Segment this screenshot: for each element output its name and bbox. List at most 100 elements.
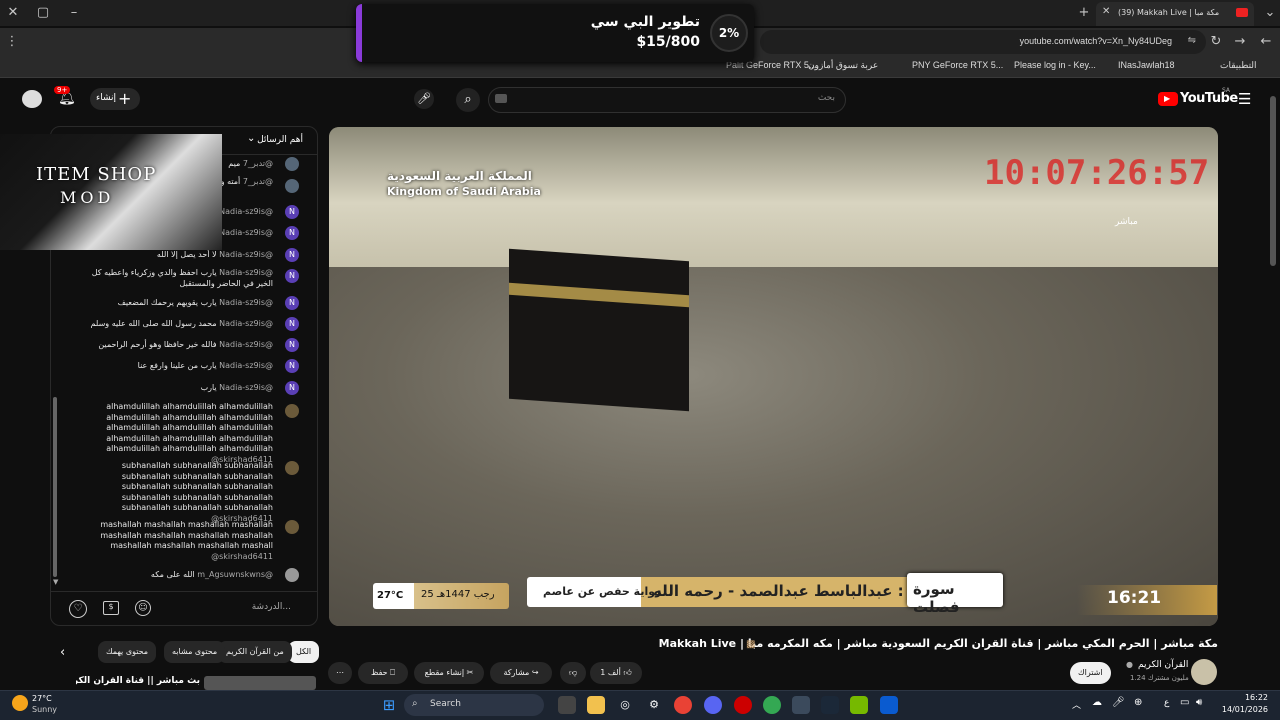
bookmark-item[interactable]: عربة تسوق أمازون — [808, 60, 878, 71]
weather-temp[interactable]: 27°C — [32, 694, 52, 703]
volume-icon[interactable]: 🔊︎ — [1196, 697, 1202, 708]
steam-icon[interactable] — [821, 696, 839, 714]
heart-icon[interactable]: ♡ — [69, 600, 87, 618]
chat-message: @Nadia-sz9is يارب احفظ والدي وزكرياء واع… — [91, 268, 273, 288]
minimize-icon[interactable]: – — [66, 5, 82, 20]
app-icon[interactable] — [880, 696, 898, 714]
chevron-down-icon[interactable]: ⌄ — [247, 133, 255, 144]
url-field[interactable]: youtube.com/watch?v=Xn_Ny84UDeg ⇋ — [760, 30, 1206, 54]
super-chat-icon[interactable]: $ — [103, 601, 119, 615]
sun-icon — [12, 695, 28, 711]
file-explorer-icon[interactable] — [587, 696, 605, 714]
chat-header-title[interactable]: أهم الرسائل — [257, 135, 303, 145]
chat-input[interactable]: الدردشة... — [252, 602, 291, 612]
hijri-date: 25 رجب 1447هـ — [421, 589, 495, 600]
surah-label: سورة فصلت — [913, 580, 960, 616]
chip-similar[interactable]: محتوى مشابه — [164, 641, 226, 663]
channel-name[interactable]: القرآن الكريم — [1138, 660, 1188, 670]
thumbs-up-icon: 👍︎ — [623, 668, 632, 677]
chevron-up-icon[interactable]: ︿ — [1072, 698, 1081, 711]
maximize-icon[interactable]: ▢ — [35, 5, 51, 20]
avatar: N — [285, 226, 299, 240]
bookmark-item[interactable]: INasJawlah18 — [1118, 60, 1175, 70]
reload-icon[interactable]: ↻ — [1208, 34, 1224, 49]
close-window-icon[interactable]: ✕ — [5, 5, 21, 20]
create-button[interactable]: إنشاء + — [90, 88, 140, 110]
chip-for-you[interactable]: محتوى يهمك — [98, 641, 157, 663]
related-video-thumbnail[interactable] — [204, 676, 316, 690]
microphone-icon[interactable]: 🎤︎ — [414, 89, 434, 109]
app-icon[interactable] — [792, 696, 810, 714]
chat-message: mashallah mashallah mashallah mashallah … — [100, 520, 273, 561]
globe-icon[interactable]: ⊕ — [1134, 697, 1142, 708]
clip-label: إنشاء مقطع — [424, 668, 465, 677]
clip-button[interactable]: إنشاء مقطع ✂ — [414, 662, 484, 684]
active-tab[interactable]: ✕ (39) Makkah Live | مكة مبا — [1096, 2, 1254, 26]
verified-icon: ● — [1126, 660, 1133, 669]
discord-icon[interactable] — [704, 696, 722, 714]
app-icon[interactable]: ◎ — [616, 696, 634, 714]
chip-all[interactable]: الكل — [288, 641, 320, 663]
like-button[interactable]: 1 ألف 👍︎ — [590, 662, 642, 684]
scissors-icon: ✂ — [466, 668, 474, 677]
save-button[interactable]: حفظ ⎕ — [358, 662, 408, 684]
avatar — [285, 179, 299, 193]
bookmark-item[interactable]: PNY GeForce RTX 5... — [912, 60, 1003, 70]
chrome-icon[interactable] — [674, 696, 692, 714]
search-input[interactable]: بحث — [488, 87, 846, 113]
keyboard-icon[interactable] — [495, 94, 507, 103]
microphone-icon[interactable]: 🎤︎ — [1112, 697, 1125, 708]
donation-progress-ring: 2% — [710, 14, 748, 52]
temperature-label: 27°C — [377, 590, 404, 601]
related-video-title[interactable]: بث مباشر || قناة القرآن الكريم Makkah — [76, 676, 200, 686]
tray-icon[interactable]: ☁ — [1092, 697, 1102, 708]
back-icon[interactable]: ← — [1258, 34, 1274, 49]
subscribe-button[interactable]: اشتراك — [1070, 662, 1111, 684]
site-settings-icon[interactable]: ⇋ — [1188, 35, 1196, 46]
hamburger-menu-icon[interactable]: ☰ — [1238, 90, 1251, 108]
bookmark-apps[interactable]: التطبيقات — [1220, 60, 1257, 71]
more-actions-button[interactable]: ⋯ — [328, 662, 352, 684]
chrome-icon[interactable] — [763, 696, 781, 714]
scroll-down-icon[interactable]: ▼ — [53, 578, 58, 586]
nvidia-icon[interactable] — [850, 696, 868, 714]
chip-quran[interactable]: من القرآن الكريم — [218, 641, 292, 663]
page-scrollbar[interactable] — [1270, 96, 1276, 266]
dislike-button[interactable]: 👎︎ — [560, 662, 586, 684]
windows-start-icon[interactable]: ⊞ — [380, 696, 398, 714]
avatar — [285, 404, 299, 418]
chevron-left-icon[interactable]: ‹ — [60, 645, 65, 660]
item-shop-overlay: ITEM SHOP MOD — [0, 134, 222, 250]
menu-icon[interactable]: ⋮ — [4, 34, 20, 49]
language-icon[interactable]: ع — [1164, 698, 1169, 708]
avatar[interactable] — [22, 90, 42, 108]
channel-avatar[interactable] — [1191, 659, 1217, 685]
play-triangle-icon: ▶ — [1164, 94, 1171, 103]
windows-taskbar — [0, 690, 1280, 720]
avatar: N — [285, 338, 299, 352]
save-label: حفظ — [371, 668, 388, 677]
task-view-icon[interactable] — [558, 696, 576, 714]
search-icon[interactable]: ⌕ — [456, 88, 480, 112]
share-button[interactable]: مشاركة ↪ — [490, 662, 552, 684]
search-icon: ⌕ — [412, 698, 418, 709]
close-tab-icon[interactable]: ✕ — [1102, 6, 1110, 17]
chat-scrollbar[interactable] — [53, 397, 57, 577]
app-icon[interactable] — [734, 696, 752, 714]
avatar: N — [285, 269, 299, 283]
clock-time[interactable]: 16:22 — [1224, 693, 1268, 702]
donation-amount: $15/800 — [636, 34, 700, 50]
network-icon[interactable]: ▭ — [1180, 697, 1189, 708]
new-tab-icon[interactable]: + — [1076, 5, 1092, 20]
settings-icon[interactable]: ⚙ — [645, 696, 663, 714]
youtube-logo[interactable]: ▶ YouTube SA — [1158, 87, 1238, 108]
kaaba-emoji-icon: ▩ — [746, 639, 756, 650]
bookmark-item[interactable]: Please log in - Key... — [1014, 60, 1096, 70]
taskbar-search[interactable]: ⌕ Search — [404, 694, 544, 716]
forward-icon[interactable]: → — [1232, 34, 1248, 49]
emoji-icon[interactable]: ☺ — [135, 600, 151, 616]
tab-search-icon[interactable]: ⌄ — [1262, 5, 1278, 20]
video-player[interactable]: المملكة العربية السعودية Kingdom of Saud… — [329, 127, 1218, 626]
search-placeholder: بحث — [817, 93, 835, 103]
bookmark-icon: ⎕ — [390, 668, 395, 677]
